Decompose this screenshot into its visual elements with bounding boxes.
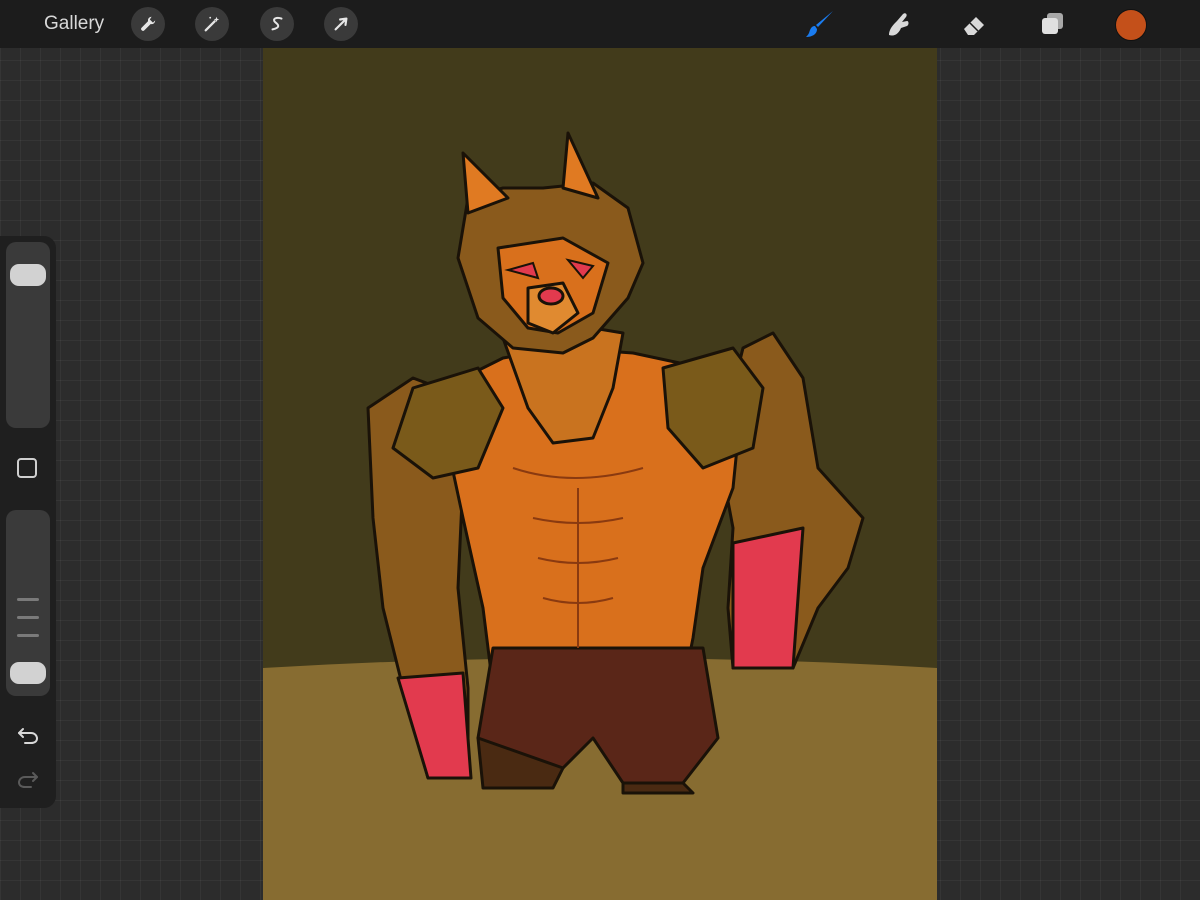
brush-size-thumb[interactable] <box>10 264 46 286</box>
drawing-canvas[interactable] <box>263 48 937 900</box>
undo-icon <box>18 728 39 744</box>
left-sidebar <box>0 236 56 808</box>
top-toolbar: Gallery <box>0 0 1200 48</box>
color-picker-button[interactable] <box>1115 9 1147 41</box>
selection-button[interactable] <box>260 7 294 41</box>
selection-s-icon <box>271 16 283 31</box>
paintbrush-icon <box>806 11 833 37</box>
opacity-thumb[interactable] <box>10 662 46 684</box>
opacity-slider[interactable] <box>6 510 50 696</box>
actions-button[interactable] <box>131 7 165 41</box>
smudge-tool-button[interactable] <box>880 6 916 42</box>
slider-tick <box>17 634 39 637</box>
brush-tool-button[interactable] <box>802 6 838 42</box>
slider-tick <box>17 598 39 601</box>
layers-icon <box>1042 13 1063 34</box>
adjustments-button[interactable] <box>195 7 229 41</box>
artwork-illustration <box>263 48 937 900</box>
redo-icon <box>17 772 38 788</box>
layers-button[interactable] <box>1034 6 1070 42</box>
transform-button[interactable] <box>324 7 358 41</box>
eraser-tool-button[interactable] <box>957 6 993 42</box>
wrench-icon <box>141 16 156 31</box>
eraser-icon <box>964 17 984 35</box>
arrow-cursor-icon <box>334 17 348 31</box>
undo-button[interactable] <box>14 724 42 748</box>
magic-wand-icon <box>204 16 220 32</box>
gallery-button[interactable]: Gallery <box>44 12 104 36</box>
brush-size-slider[interactable] <box>6 242 50 428</box>
smudge-finger-icon <box>889 13 909 36</box>
redo-button[interactable] <box>14 768 42 792</box>
modify-square-icon[interactable] <box>17 458 37 478</box>
slider-tick <box>17 616 39 619</box>
